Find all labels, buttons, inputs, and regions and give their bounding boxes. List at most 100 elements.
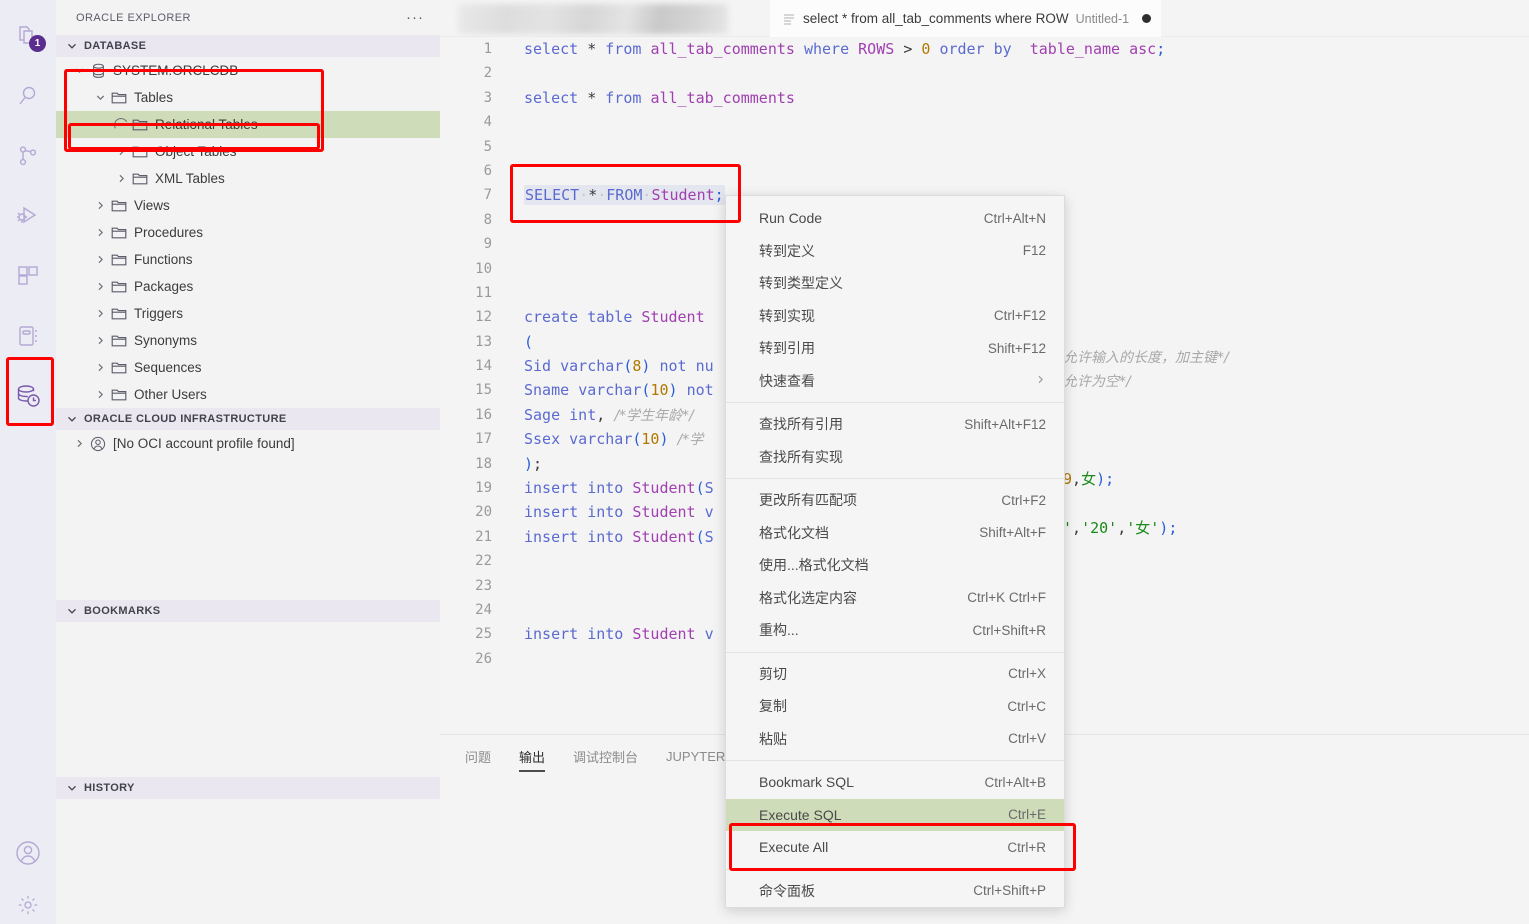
section-header-database[interactable]: DATABASE [56, 35, 440, 57]
chevron-right-icon[interactable] [91, 359, 109, 377]
panel-tab-调试控制台[interactable]: 调试控制台 [573, 747, 638, 772]
line-content[interactable]: create table Student [524, 305, 705, 329]
chevron-right-icon[interactable] [91, 197, 109, 215]
menu-item-label: Execute SQL [759, 806, 842, 823]
chevron-right-icon[interactable] [91, 251, 109, 269]
code-line[interactable]: 1 select * from all_tab_comments where RO… [440, 37, 1529, 61]
code-fragment[interactable]: 9,女); [1063, 467, 1114, 491]
chevron-right-icon[interactable] [91, 224, 109, 242]
settings-gear-icon[interactable] [0, 886, 56, 924]
tree-item-label: Tables [134, 90, 174, 105]
tree-item-procedures[interactable]: Procedures [56, 219, 440, 246]
notebook-icon[interactable] [0, 306, 56, 366]
search-icon[interactable] [0, 66, 56, 126]
line-content[interactable]: Sage int, /*学生年龄*/ [524, 403, 694, 428]
tree-item-no-oci-account-profile-found[interactable]: [No OCI account profile found] [56, 430, 440, 457]
code-line[interactable]: 2 [440, 61, 1529, 85]
code-fragment[interactable]: 允许为空*/ [1063, 369, 1131, 393]
tree-item-system-orclcdb[interactable]: SYSTEM.ORCLCDB [56, 57, 440, 84]
menu-item-[interactable]: 命令面板 Ctrl+Shift+P [726, 875, 1064, 908]
oracle-database-icon[interactable] [0, 366, 56, 426]
line-content[interactable]: insert into Student v [524, 500, 714, 524]
menu-item-[interactable]: 转到类型定义 [726, 267, 1064, 300]
menu-item-[interactable]: 粘贴 Ctrl+V [726, 723, 1064, 756]
code-fragment[interactable]: ','20','女'); [1063, 516, 1177, 540]
tree-item-triggers[interactable]: Triggers [56, 300, 440, 327]
menu-item-[interactable]: 更改所有匹配项 Ctrl+F2 [726, 484, 1064, 517]
chevron-right-icon[interactable] [91, 332, 109, 350]
menu-item-[interactable]: 格式化选定内容 Ctrl+K Ctrl+F [726, 582, 1064, 615]
menu-item-[interactable]: 重构... Ctrl+Shift+R [726, 614, 1064, 647]
line-content[interactable]: select * from all_tab_comments where ROW… [524, 37, 1165, 61]
code-line[interactable]: 6 [440, 159, 1529, 183]
panel-tab-问题[interactable]: 问题 [465, 747, 491, 772]
tree-item-object-tables[interactable]: Object Tables [56, 138, 440, 165]
line-content[interactable]: select * from all_tab_comments [524, 86, 795, 110]
tree-item-sequences[interactable]: Sequences [56, 354, 440, 381]
section-header-history[interactable]: HISTORY [56, 777, 440, 799]
menu-item-[interactable]: 转到定义 F12 [726, 235, 1064, 268]
run-and-debug-icon[interactable] [0, 186, 56, 246]
menu-item-[interactable]: 使用...格式化文档 [726, 549, 1064, 582]
menu-item-[interactable]: 查找所有实现 [726, 441, 1064, 474]
menu-item-[interactable]: 格式化文档 Shift+Alt+F [726, 517, 1064, 550]
line-content[interactable]: SELECT·*·FROM·Student; [524, 183, 725, 207]
tree-item-relational-tables[interactable]: Relational Tables [56, 111, 440, 138]
code-line[interactable]: 4 [440, 110, 1529, 134]
menu-item-run-code[interactable]: Run Code Ctrl+Alt+N [726, 202, 1064, 235]
line-content[interactable]: Sid varchar(8) not nu [524, 354, 714, 378]
code-fragment[interactable]: 允许输入的长度，加主键*/ [1063, 345, 1229, 369]
source-control-icon[interactable] [0, 126, 56, 186]
menu-item-[interactable]: 转到引用 Shift+F12 [726, 332, 1064, 365]
editor-context-menu[interactable]: Run Code Ctrl+Alt+N 转到定义 F12 转到类型定义 转到实现 Ctrl+… [725, 195, 1065, 908]
editor-tab-dirty-indicator[interactable] [1142, 14, 1152, 23]
tree-item-functions[interactable]: Functions [56, 246, 440, 273]
line-number: 11 [475, 284, 492, 301]
loading-spinner-icon[interactable] [112, 115, 130, 134]
chevron-right-icon[interactable] [91, 305, 109, 323]
line-content[interactable]: insert into Student(S [524, 525, 714, 549]
section-header-oci[interactable]: ORACLE CLOUD INFRASTRUCTURE [56, 408, 440, 430]
code-line[interactable]: 3 select * from all_tab_comments [440, 86, 1529, 110]
menu-item-[interactable]: 复制 Ctrl+C [726, 690, 1064, 723]
sidebar-more-actions-icon[interactable]: ··· [406, 10, 424, 25]
line-content[interactable]: ( [524, 330, 533, 354]
chevron-down-icon[interactable] [70, 62, 88, 80]
tree-item-xml-tables[interactable]: XML Tables [56, 165, 440, 192]
menu-item-execute-sql[interactable]: Execute SQL Ctrl+E [726, 798, 1064, 831]
tree-item-synonyms[interactable]: Synonyms [56, 327, 440, 354]
explorer-icon[interactable]: 1 [0, 6, 56, 66]
menu-item-[interactable]: 快速查看 [726, 365, 1064, 398]
menu-item-bookmark-sql[interactable]: Bookmark SQL Ctrl+Alt+B [726, 766, 1064, 799]
line-content[interactable]: Ssex varchar(10) /*学 [524, 427, 703, 452]
menu-item-label: 剪切 [759, 665, 787, 682]
chevron-right-icon[interactable] [70, 435, 88, 453]
tree-item-views[interactable]: Views [56, 192, 440, 219]
code-line[interactable]: 5 [440, 135, 1529, 159]
tree-item-other-users[interactable]: Other Users [56, 381, 440, 408]
chevron-right-icon[interactable] [112, 170, 130, 188]
panel-tab-输出[interactable]: 输出 [519, 747, 546, 772]
line-number: 17 [475, 431, 492, 448]
line-content[interactable]: insert into Student(S [524, 476, 714, 500]
panel-tab-jupyter[interactable]: JUPYTER [666, 749, 725, 770]
editor-tab-active[interactable]: select * from all_tab_comments where ROW… [770, 0, 1162, 37]
menu-item-[interactable]: 剪切 Ctrl+X [726, 658, 1064, 691]
account-icon[interactable] [0, 820, 56, 886]
extensions-icon[interactable] [0, 246, 56, 306]
menu-item-[interactable]: 查找所有引用 Shift+Alt+F12 [726, 408, 1064, 441]
chevron-right-icon[interactable] [91, 386, 109, 404]
tree-item-label: Other Users [134, 387, 207, 402]
editor-tab-redacted[interactable] [458, 4, 728, 34]
menu-item-execute-all[interactable]: Execute All Ctrl+R [726, 831, 1064, 864]
tree-item-tables[interactable]: Tables [56, 84, 440, 111]
line-content[interactable]: Sname varchar(10) not [524, 378, 714, 402]
tree-item-packages[interactable]: Packages [56, 273, 440, 300]
chevron-right-icon[interactable] [112, 143, 130, 161]
line-content[interactable]: insert into Student v [524, 622, 714, 646]
chevron-right-icon[interactable] [91, 278, 109, 296]
menu-item-[interactable]: 转到实现 Ctrl+F12 [726, 300, 1064, 333]
line-content[interactable]: ); [524, 452, 542, 476]
section-header-bookmarks[interactable]: BOOKMARKS [56, 600, 440, 622]
chevron-down-icon[interactable] [91, 89, 109, 107]
